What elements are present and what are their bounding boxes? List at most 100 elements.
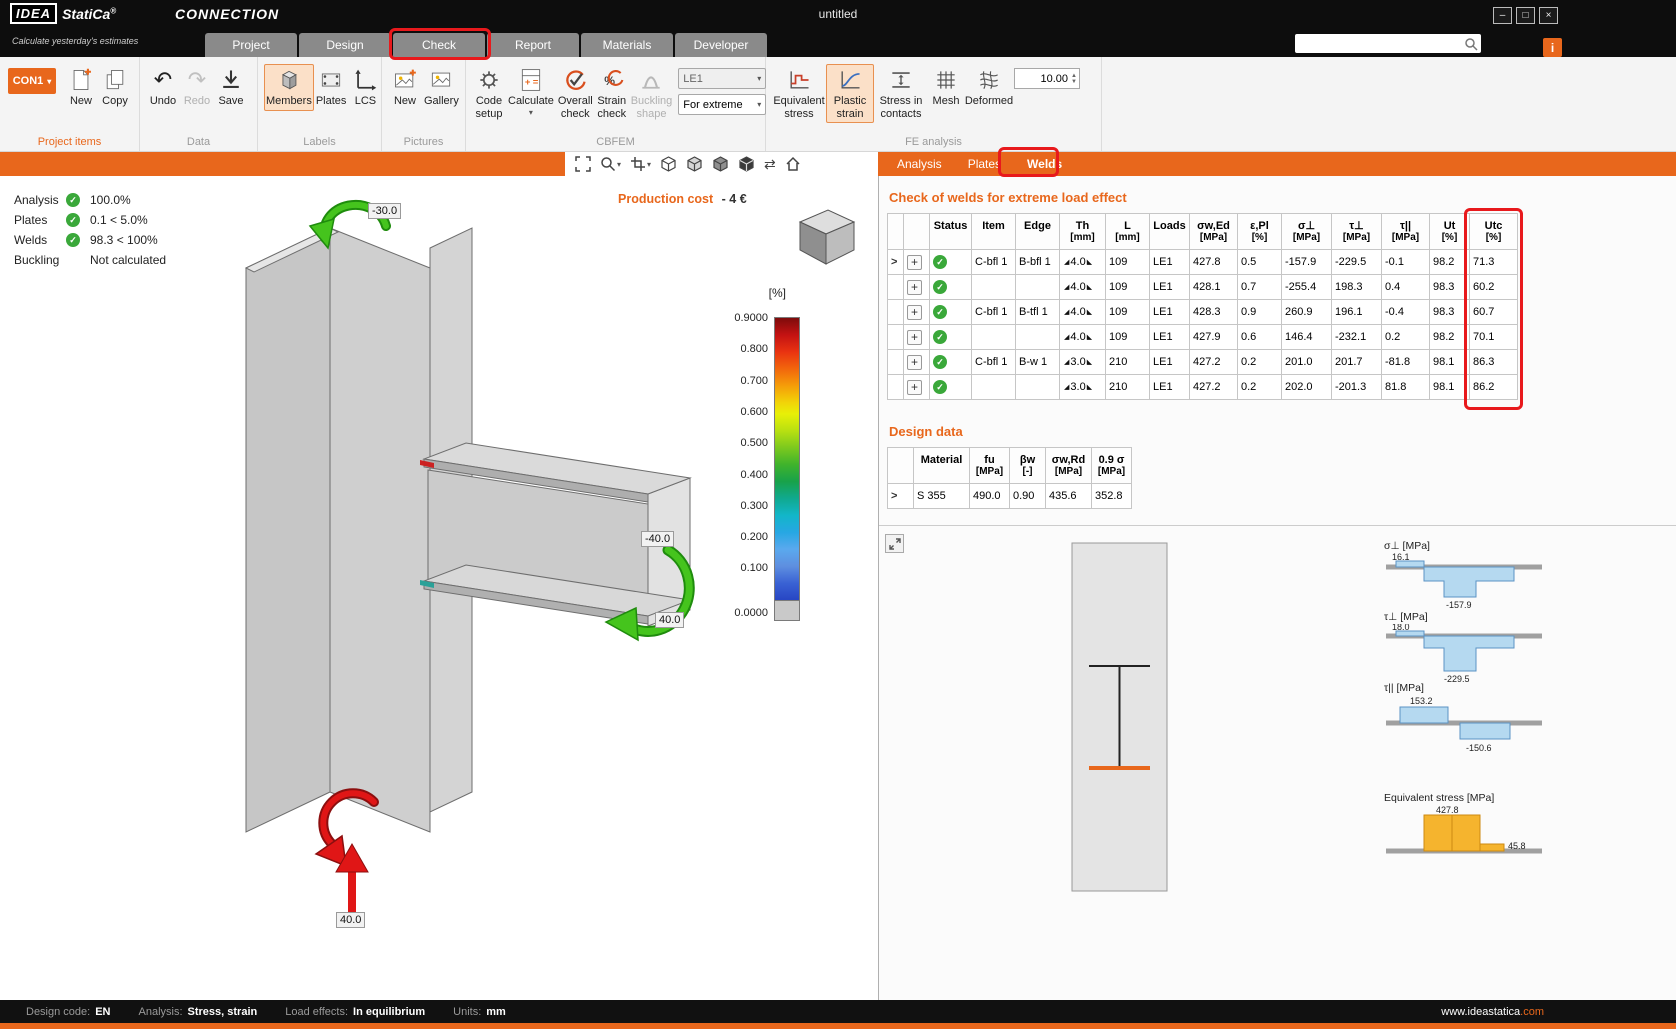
code-setup-button[interactable]: Code setup xyxy=(472,64,506,123)
save-button[interactable]: Save xyxy=(214,64,248,111)
welds-table-row: +✓C-bfl 1B-tfl 1◢4.0◣109LE1428.30.9260.9… xyxy=(888,300,1518,325)
calculator-icon: += xyxy=(516,67,546,93)
group-cbfem: Code setup += Calculate ▾ Overall check … xyxy=(466,57,766,151)
cell-e_pl: 0.5 xyxy=(1238,250,1282,275)
row-expand-plus-button[interactable]: + xyxy=(907,280,922,295)
deformed-button[interactable]: Deformed xyxy=(964,64,1014,111)
home-view-icon[interactable] xyxy=(785,156,801,172)
new-project-item-button[interactable]: New xyxy=(64,64,98,111)
stress-in-contacts-button[interactable]: Stress in contacts xyxy=(874,64,928,123)
welds-table-row: +✓◢4.0◣109LE1428.10.7-255.4198.30.498.36… xyxy=(888,275,1518,300)
row-expand-plus-button[interactable]: + xyxy=(907,380,922,395)
status-ok-icon: ✓ xyxy=(933,380,947,394)
diagram-tau-parallel: τ|| [MPa] 153.2 -150.6 xyxy=(1384,682,1549,760)
shaded-view-icon[interactable] xyxy=(712,156,729,172)
plastic-strain-button[interactable]: Plastic strain xyxy=(826,64,874,123)
panel-header-strip: ▾ ▾ ⇄ Analysis Plates Welds xyxy=(0,152,1676,176)
titlebar: IDEA StatiCa® CONNECTION untitled – □ × xyxy=(0,0,1676,30)
maximize-button[interactable]: □ xyxy=(1516,7,1535,24)
wireframe-view-icon[interactable] xyxy=(660,156,677,172)
design-table-header: Material fu[MPa]βw[-]σw,Rd[MPa]0.9 σ[MPa… xyxy=(888,448,1132,484)
info-button[interactable]: i xyxy=(1543,38,1562,57)
color-gradient-bar xyxy=(774,317,800,601)
row-expand-plus-button[interactable]: + xyxy=(907,355,922,370)
zoom-icon[interactable]: ▾ xyxy=(600,156,621,172)
search-box[interactable] xyxy=(1295,34,1481,53)
copy-project-item-button[interactable]: Copy xyxy=(98,64,132,111)
tab-materials[interactable]: Materials xyxy=(581,33,673,57)
cell-t_par: 81.8 xyxy=(1382,375,1430,400)
cell-l: 109 xyxy=(1106,300,1150,325)
cell-loads: LE1 xyxy=(1150,350,1190,375)
cell-e_pl: 0.2 xyxy=(1238,375,1282,400)
overall-check-button[interactable]: Overall check xyxy=(556,64,595,123)
group-label-pictures: Pictures xyxy=(382,135,465,151)
view-cube[interactable] xyxy=(782,204,860,268)
fit-view-icon[interactable] xyxy=(575,156,591,172)
svg-text:=: = xyxy=(533,77,539,88)
scale-spinner[interactable]: 10.00 ▲▼ xyxy=(1014,68,1080,89)
row-expander xyxy=(888,275,904,300)
row-expander[interactable]: > xyxy=(888,250,904,275)
cell-utc: 60.7 xyxy=(1470,300,1518,325)
website-link[interactable]: www.ideastatica.com xyxy=(1441,1006,1544,1018)
results-tab-welds[interactable]: Welds xyxy=(1014,152,1075,176)
redo-button[interactable]: ↷ Redo xyxy=(180,64,214,111)
spinner-arrows-icon[interactable]: ▲▼ xyxy=(1071,73,1077,85)
welds-col-Ut: Ut[%] xyxy=(1430,214,1470,250)
row-expand-plus-button[interactable]: + xyxy=(907,255,922,270)
plates-toggle[interactable]: Plates xyxy=(314,64,349,111)
welds-col-Loads: Loads xyxy=(1150,214,1190,250)
close-button[interactable]: × xyxy=(1539,7,1558,24)
contact-stress-icon xyxy=(886,67,916,93)
undo-button[interactable]: ↶ Undo xyxy=(146,64,180,111)
tab-report[interactable]: Report xyxy=(487,33,579,57)
status-welds: Welds ✓ 98.3 < 100% xyxy=(14,230,166,250)
weld-symbol-icon: ◢ xyxy=(1064,309,1069,316)
section-clip-icon[interactable]: ▾ xyxy=(630,156,651,172)
mesh-button[interactable]: Mesh xyxy=(928,64,964,111)
row-expand-plus-button[interactable]: + xyxy=(907,305,922,320)
tab-project[interactable]: Project xyxy=(205,33,297,57)
results-tab-plates[interactable]: Plates xyxy=(955,152,1014,176)
cell-ut: 98.3 xyxy=(1430,275,1470,300)
tab-check[interactable]: Check xyxy=(393,33,485,57)
new-picture-button[interactable]: New xyxy=(388,64,422,111)
transparent-view-icon[interactable] xyxy=(738,156,755,172)
row-expander[interactable]: > xyxy=(888,484,914,509)
gallery-button[interactable]: Gallery xyxy=(422,64,461,111)
tab-developer[interactable]: Developer xyxy=(675,33,767,57)
lcs-toggle[interactable]: LCS xyxy=(348,64,382,111)
viewport-toolbar: ▾ ▾ ⇄ xyxy=(565,152,878,176)
strain-check-button[interactable]: % Strain check xyxy=(595,64,629,123)
expand-detail-button[interactable] xyxy=(885,534,904,553)
load-label-right2: 40.0 xyxy=(655,612,684,628)
status-ok-icon: ✓ xyxy=(933,330,947,344)
con1-dropdown[interactable]: CON1▾ xyxy=(8,68,56,94)
cell-e_pl: 0.6 xyxy=(1238,325,1282,350)
members-toggle[interactable]: Members xyxy=(264,64,314,111)
model-viewport[interactable]: -30.0 -40.0 40.0 40.0 Analysis ✓ 100.0% … xyxy=(0,176,878,1000)
row-expand-plus-button[interactable]: + xyxy=(907,330,922,345)
cell-utc: 60.2 xyxy=(1470,275,1518,300)
status-ok-icon: ✓ xyxy=(933,280,947,294)
equivalent-stress-button[interactable]: Equivalent stress xyxy=(772,64,826,123)
calculate-dropdown-icon[interactable]: ▾ xyxy=(529,108,533,117)
solid-view-icon[interactable] xyxy=(686,156,703,172)
minimize-button[interactable]: – xyxy=(1493,7,1512,24)
search-input[interactable] xyxy=(1295,38,1464,50)
buckling-shape-button[interactable]: Buckling shape xyxy=(629,64,675,123)
load-effect-combo[interactable]: LE1▾ xyxy=(678,68,766,89)
results-tab-analysis[interactable]: Analysis xyxy=(884,152,955,176)
welds-table-row: +✓C-bfl 1B-w 1◢3.0◣210LE1427.20.2201.020… xyxy=(888,350,1518,375)
mirror-view-icon[interactable]: ⇄ xyxy=(764,156,776,173)
cell-loads: LE1 xyxy=(1150,250,1190,275)
tab-design[interactable]: Design xyxy=(299,33,391,57)
design-col-expander xyxy=(888,448,914,484)
calculate-button[interactable]: += Calculate ▾ xyxy=(506,64,556,120)
cell-item xyxy=(972,275,1016,300)
result-color-scale: [%] 0.90000.8000.7000.6000.5000.4000.300… xyxy=(722,286,800,624)
welds-col-Edge: Edge xyxy=(1016,214,1060,250)
weld-position-drawing[interactable] xyxy=(1071,542,1168,897)
extreme-combo[interactable]: For extreme▾ xyxy=(678,94,766,115)
